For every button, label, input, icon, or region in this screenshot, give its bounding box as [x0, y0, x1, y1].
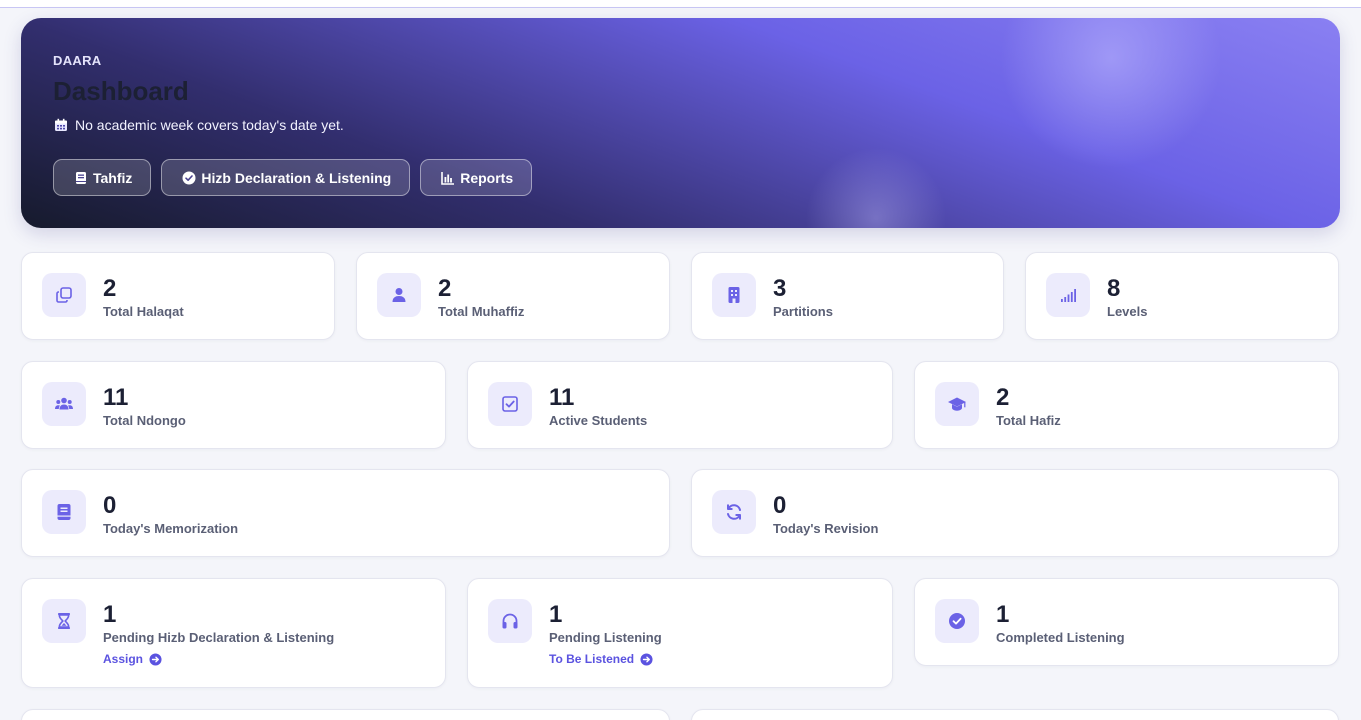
- to-be-listened-link-label: To Be Listened: [549, 652, 635, 666]
- stat-value: 2: [996, 384, 1010, 411]
- headphones-icon: [502, 613, 518, 629]
- stat-value: 1: [549, 601, 563, 628]
- stat-card-pending-hizb: 1 Pending Hizb Declaration & Listening A…: [21, 578, 446, 688]
- stat-card-total-halaqat: 2 Total Halaqat: [21, 252, 335, 340]
- top-bar: [0, 0, 1361, 8]
- hero-kicker: DAARA: [53, 53, 102, 68]
- reports-button-label: Reports: [460, 169, 514, 186]
- book-icon: [76, 171, 86, 184]
- stat-label: Levels: [1107, 304, 1148, 319]
- stat-card-total-muhaffiz: 2 Total Muhaffiz: [356, 252, 670, 340]
- arrow-circle-right-icon: [640, 652, 653, 666]
- stat-label: Today's Memorization: [103, 521, 239, 536]
- signal-icon: [1061, 289, 1076, 302]
- assign-link[interactable]: Assign: [103, 652, 162, 666]
- stat-value: 11: [549, 384, 575, 411]
- stat-label: Partitions: [773, 304, 833, 319]
- stat-card-todays-revision: 0 Today's Revision: [691, 469, 1339, 557]
- arrow-circle-right-icon: [149, 652, 162, 666]
- stat-label: Completed Listening: [996, 630, 1125, 645]
- stat-value: 2: [103, 275, 117, 302]
- stat-card-todays-memorization: 0 Today's Memorization: [21, 469, 670, 557]
- hizb-button-label: Hizb Declaration & Listening: [201, 169, 392, 186]
- stat-label: Total Ndongo: [103, 413, 186, 428]
- stat-value: 0: [773, 492, 787, 519]
- bar-chart-icon: [441, 171, 455, 185]
- graduation-cap-icon: [948, 397, 966, 411]
- stat-value: 8: [1107, 275, 1121, 302]
- stat-card-partitions: 3 Partitions: [691, 252, 1004, 340]
- stat-label: Pending Hizb Declaration & Listening: [103, 630, 335, 645]
- stat-value: 1: [996, 601, 1010, 628]
- stat-value: 1: [103, 601, 117, 628]
- sync-icon: [727, 504, 741, 520]
- stat-card-pending-listening: 1 Pending Listening To Be Listened: [467, 578, 893, 688]
- stat-value: 0: [103, 492, 117, 519]
- check-circle-icon: [949, 613, 965, 629]
- stat-card-completed-listening: 1 Completed Listening: [914, 578, 1339, 666]
- users-icon: [55, 397, 73, 410]
- stat-value: 11: [103, 384, 129, 411]
- tahfiz-button[interactable]: Tahfiz: [53, 159, 152, 196]
- hizb-declaration-listening-button[interactable]: Hizb Declaration & Listening: [161, 159, 411, 196]
- building-icon: [728, 287, 740, 303]
- calendar-icon: [55, 118, 67, 131]
- stat-card-levels: 8 Levels: [1025, 252, 1339, 340]
- stat-label: Active Students: [549, 413, 648, 428]
- stat-label: Pending Listening: [549, 630, 662, 645]
- reports-button[interactable]: Reports: [420, 159, 533, 196]
- academic-week-notice: No academic week covers today's date yet…: [54, 117, 344, 133]
- stat-label: Total Muhaffiz: [438, 304, 525, 319]
- assign-link-label: Assign: [103, 652, 144, 666]
- stat-value: 3: [773, 275, 787, 302]
- dashboard-hero: DAARA Dashboard No academic week covers …: [21, 18, 1340, 228]
- book-icon: [57, 504, 71, 520]
- academic-week-notice-text: No academic week covers today's date yet…: [75, 117, 344, 133]
- to-be-listened-link[interactable]: To Be Listened: [549, 652, 653, 666]
- hero-actions: Tahfiz Hizb Declaration & Listening Repo…: [53, 159, 533, 196]
- stat-label: Total Hafiz: [996, 413, 1061, 428]
- stat-card-total-hafiz: 2 Total Hafiz: [914, 361, 1339, 449]
- stat-value: 2: [438, 275, 452, 302]
- next-card-right: [691, 709, 1339, 720]
- hourglass-icon: [58, 613, 70, 629]
- user-icon: [392, 288, 406, 302]
- clone-icon: [56, 287, 72, 303]
- page-title: Dashboard: [53, 76, 189, 106]
- stat-label: Total Halaqat: [103, 304, 184, 319]
- stat-card-total-ndongo: 11 Total Ndongo: [21, 361, 446, 449]
- next-card-left: [21, 709, 670, 720]
- stat-label: Today's Revision: [773, 521, 879, 536]
- check-circle-icon: [182, 171, 196, 184]
- stat-card-active-students: 11 Active Students: [467, 361, 893, 449]
- tahfiz-button-label: Tahfiz: [93, 169, 133, 186]
- check-square-icon: [502, 396, 518, 412]
